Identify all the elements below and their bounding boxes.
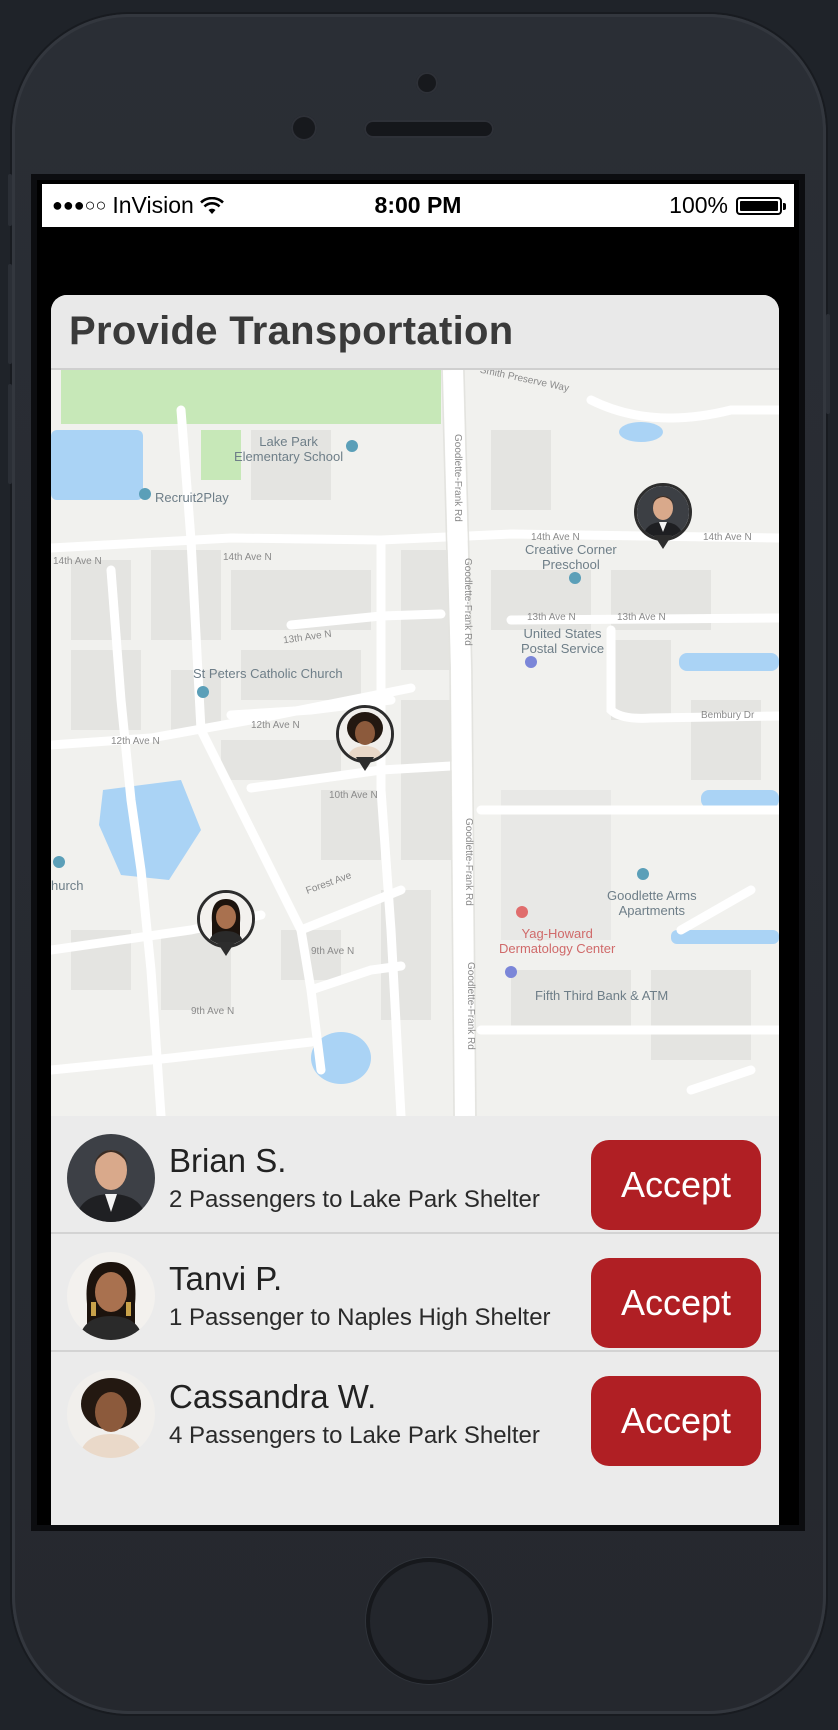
- request-detail: 4 Passengers to Lake Park Shelter: [169, 1422, 540, 1449]
- street-label: Bembury Dr: [701, 710, 755, 721]
- request-row: Cassandra W. 4 Passengers to Lake Park S…: [51, 1352, 779, 1470]
- street-label: 9th Ave N: [191, 1006, 235, 1017]
- accept-button[interactable]: Accept: [591, 1376, 761, 1466]
- avatar-tanvi-icon: [200, 893, 252, 945]
- proximity-sensor: [291, 115, 317, 141]
- earpiece-speaker: [364, 120, 494, 138]
- home-button[interactable]: [366, 1558, 492, 1684]
- request-row: Tanvi P. 1 Passenger to Naples High Shel…: [51, 1234, 779, 1352]
- place-marker-icon: [197, 686, 209, 698]
- status-bar: ●●●○○ InVision 8:00 PM 100%: [42, 184, 794, 227]
- park-area: [61, 370, 441, 424]
- place-label-bank: Fifth Third Bank & ATM: [535, 988, 669, 1003]
- battery-level-fill: [740, 200, 778, 211]
- place-label-preschool: Creative Corner Preschool: [525, 542, 617, 572]
- requester-name: Tanvi P.: [169, 1260, 283, 1297]
- accept-button[interactable]: Accept: [591, 1258, 761, 1348]
- place-label-recruit: Recruit2Play: [155, 490, 229, 505]
- avatar-brian-icon: [67, 1134, 155, 1222]
- place-marker-icon: [516, 906, 528, 918]
- avatar-cassandra-icon: [339, 708, 391, 760]
- front-camera: [416, 72, 438, 94]
- avatar-cassandra-icon: [67, 1370, 155, 1458]
- request-row: Brian S. 2 Passengers to Lake Park Shelt…: [51, 1116, 779, 1234]
- map-streets-layer: [51, 370, 779, 1116]
- page-title: Provide Transportation: [69, 309, 514, 353]
- battery-icon: [736, 196, 786, 215]
- mute-switch: [8, 174, 12, 226]
- transportation-card: Provide Transportation Smith Preserve Wa…: [51, 295, 779, 1525]
- street-label: Goodlette-Frank Rd: [462, 558, 473, 646]
- accept-button[interactable]: Accept: [591, 1140, 761, 1230]
- place-marker-icon: [139, 488, 151, 500]
- map-view[interactable]: Smith Preserve Way 14th Ave N 14th Ave N…: [51, 370, 779, 1116]
- device-screen: ●●●○○ InVision 8:00 PM 100% Provide Tran…: [37, 180, 799, 1525]
- avatar-brian-icon: [637, 486, 689, 538]
- place-marker-icon: [346, 440, 358, 452]
- card-header: Provide Transportation: [51, 295, 779, 370]
- avatar-tanvi-icon: [67, 1252, 155, 1340]
- avatar: [67, 1134, 155, 1222]
- request-detail: 1 Passenger to Naples High Shelter: [169, 1304, 551, 1331]
- place-label-postal: United States Postal Service: [521, 626, 605, 656]
- place-label-church-partial: hurch: [51, 878, 84, 893]
- volume-down-button: [8, 384, 12, 484]
- volume-up-button: [8, 264, 12, 364]
- place-label-church: St Peters Catholic Church: [193, 666, 343, 681]
- request-list: Brian S. 2 Passengers to Lake Park Shelt…: [51, 1116, 779, 1470]
- avatar: [67, 1370, 155, 1458]
- avatar: [67, 1252, 155, 1340]
- street-label: 13th Ave N: [527, 612, 576, 623]
- place-label-apartments: Goodlette Arms Apartments: [607, 888, 697, 918]
- pond: [619, 422, 663, 442]
- pond: [51, 430, 143, 500]
- street-label: 14th Ave N: [223, 552, 272, 563]
- street-label: Goodlette-Frank Rd: [465, 962, 476, 1050]
- driver-pin-tanvi[interactable]: [197, 890, 255, 960]
- requester-name: Brian S.: [169, 1142, 287, 1179]
- place-marker-icon: [53, 856, 65, 868]
- request-detail: 2 Passengers to Lake Park Shelter: [169, 1186, 540, 1213]
- place-marker-icon: [637, 868, 649, 880]
- power-button: [826, 314, 830, 414]
- requester-name: Cassandra W.: [169, 1378, 377, 1415]
- street-label: 12th Ave N: [251, 720, 300, 731]
- driver-pin-cassandra[interactable]: [336, 705, 394, 775]
- street-label: Goodlette-Frank Rd: [452, 434, 463, 522]
- place-marker-icon: [525, 656, 537, 668]
- place-label-school: Lake Park Elementary School: [234, 434, 344, 464]
- place-marker-icon: [505, 966, 517, 978]
- street-label: 14th Ave N: [53, 556, 102, 567]
- street-label: Goodlette-Frank Rd: [463, 818, 474, 906]
- place-marker-icon: [569, 572, 581, 584]
- street-label: 9th Ave N: [311, 946, 355, 957]
- street-label: 14th Ave N: [703, 532, 752, 543]
- battery-percent: 100%: [669, 192, 728, 218]
- driver-pin-brian[interactable]: [634, 483, 692, 553]
- street-label: 10th Ave N: [329, 790, 378, 801]
- street-label: 13th Ave N: [617, 612, 666, 623]
- place-label-dermatology: Yag-Howard Dermatology Center: [499, 926, 616, 956]
- street-label: 12th Ave N: [111, 736, 160, 747]
